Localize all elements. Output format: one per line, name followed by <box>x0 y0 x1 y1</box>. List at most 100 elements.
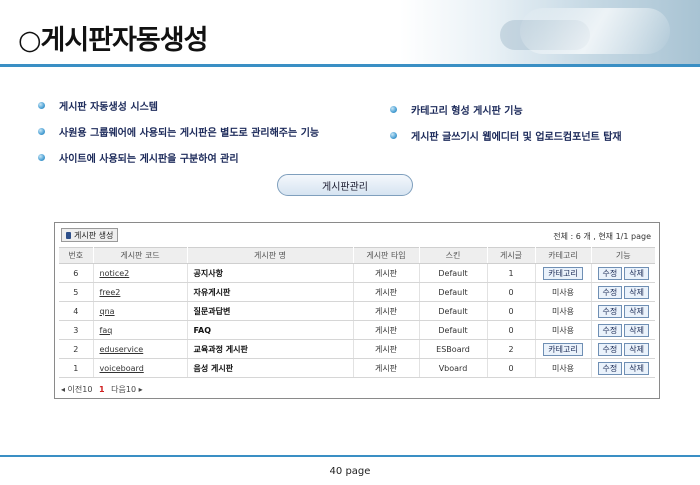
category-button[interactable]: 카테고리 <box>543 266 583 280</box>
board-manage-button[interactable]: 게시판관리 <box>277 174 413 196</box>
title-divider <box>0 64 700 67</box>
bullet-text: 게시판 자동생성 시스템 <box>59 101 158 113</box>
board-code-link[interactable]: faq <box>100 326 113 335</box>
cell-skin: Default <box>419 320 488 340</box>
board-code-link[interactable]: free2 <box>100 288 121 297</box>
delete-button[interactable]: 삭제 <box>624 266 649 280</box>
cell-code: notice2 <box>93 263 188 283</box>
cell-category: 카테고리 <box>535 263 592 283</box>
cell-code: eduservice <box>93 339 188 359</box>
board-code-link[interactable]: eduservice <box>100 345 144 354</box>
bullet-item: 카테고리 형성 게시판 기능 <box>390 96 690 122</box>
cell-post-count: 0 <box>487 320 536 340</box>
edit-button[interactable]: 수정 <box>597 323 623 337</box>
cell-post-count: 0 <box>487 282 536 302</box>
category-button[interactable]: 카테고리 <box>543 342 583 356</box>
cell-board-type: 게시판 <box>353 320 420 340</box>
cell-board-name: 음성 게시판 <box>187 358 354 378</box>
cell-number: 6 <box>59 263 94 283</box>
column-header: 카테고리 <box>535 247 592 264</box>
column-header: 게시판 코드 <box>93 247 188 264</box>
cell-board-type: 게시판 <box>353 301 420 321</box>
table-body: 6 notice2 공지사항 게시판 Default 1 카테고리 수정 삭제 5 free2 자유게… <box>59 263 655 378</box>
cell-skin: Default <box>419 263 488 283</box>
bullet-dot-icon <box>38 127 45 135</box>
delete-button[interactable]: 삭제 <box>624 323 649 337</box>
cell-board-name: 교육과정 게시판 <box>187 339 354 359</box>
column-header: 게시판 명 <box>187 247 354 264</box>
cell-actions: 수정 삭제 <box>591 263 655 283</box>
cell-code: free2 <box>93 282 188 302</box>
table-row: 6 notice2 공지사항 게시판 Default 1 카테고리 수정 삭제 <box>59 263 655 283</box>
cell-board-type: 게시판 <box>353 282 420 302</box>
edit-button[interactable]: 수정 <box>597 361 623 375</box>
edit-button[interactable]: 수정 <box>597 304 623 318</box>
cell-category: 미사용 <box>535 282 592 302</box>
bullet-dot-icon <box>38 153 45 161</box>
column-header: 번호 <box>59 247 94 264</box>
cell-board-name: 질문과답변 <box>187 301 354 321</box>
prev-page-link[interactable]: ◂ 이전10 <box>61 385 92 394</box>
table-row: 5 free2 자유게시판 게시판 Default 0 미사용 수정 삭제 <box>59 282 655 302</box>
list-summary: 전체 : 6 개 , 현재 1/1 page <box>553 232 651 241</box>
delete-button[interactable]: 삭제 <box>624 285 649 299</box>
bullet-item: 게시판 글쓰기시 웹에디터 및 업로드컴포넌트 탑재 <box>390 122 690 148</box>
footer-divider <box>0 455 700 457</box>
table-row: 2 eduservice 교육과정 게시판 게시판 ESBoard 2 카테고리 수정 삭제 <box>59 339 655 359</box>
cell-skin: Default <box>419 282 488 302</box>
cell-category: 미사용 <box>535 320 592 340</box>
panel-toolbar: 게시판 생성 전체 : 6 개 , 현재 1/1 page <box>59 227 655 243</box>
bullet-list-right: 카테고리 형성 게시판 기능 게시판 글쓰기시 웹에디터 및 업로드컴포넌트 탑… <box>390 96 690 148</box>
delete-button[interactable]: 삭제 <box>624 342 649 356</box>
header-photo <box>400 0 700 64</box>
board-code-link[interactable]: notice2 <box>100 269 130 278</box>
delete-button[interactable]: 삭제 <box>624 361 649 375</box>
create-board-button[interactable]: 게시판 생성 <box>61 228 119 242</box>
column-header: 게시글 <box>487 247 536 264</box>
cell-number: 1 <box>59 358 94 378</box>
current-page-number[interactable]: 1 <box>99 385 105 394</box>
delete-button[interactable]: 삭제 <box>624 304 649 318</box>
board-code-link[interactable]: voiceboard <box>100 364 144 373</box>
bullet-dot-icon <box>390 105 397 113</box>
next-page-link[interactable]: 다음10 ▸ <box>111 385 142 394</box>
cell-number: 2 <box>59 339 94 359</box>
edit-button[interactable]: 수정 <box>597 266 623 280</box>
bullet-list-left: 게시판 자동생성 시스템 사원용 그룹웨어에 사용되는 게시판은 별도로 관리해… <box>38 92 378 170</box>
board-code-link[interactable]: qna <box>100 307 115 316</box>
board-icon <box>66 231 71 239</box>
cell-board-type: 게시판 <box>353 358 420 378</box>
bullet-text: 게시판 글쓰기시 웹에디터 및 업로드컴포넌트 탑재 <box>411 131 622 143</box>
bullet-dot-icon <box>38 101 45 109</box>
category-status: 미사용 <box>551 363 575 373</box>
column-header: 게시판 타입 <box>353 247 420 264</box>
edit-button[interactable]: 수정 <box>597 342 623 356</box>
cell-number: 3 <box>59 320 94 340</box>
page-title: ○게시판자동생성 <box>18 25 208 56</box>
cell-code: voiceboard <box>93 358 188 378</box>
cell-post-count: 1 <box>487 263 536 283</box>
cell-board-type: 게시판 <box>353 339 420 359</box>
category-status: 미사용 <box>551 287 575 297</box>
cell-board-name: FAQ <box>187 320 354 340</box>
page-number: 40 page <box>329 466 371 477</box>
cell-post-count: 0 <box>487 358 536 378</box>
cell-board-name: 자유게시판 <box>187 282 354 302</box>
create-board-label: 게시판 생성 <box>74 230 114 240</box>
column-header: 스킨 <box>419 247 488 264</box>
pagination: ◂ 이전10 1 다음10 ▸ <box>61 384 143 395</box>
table-row: 4 qna 질문과답변 게시판 Default 0 미사용 수정 삭제 <box>59 301 655 321</box>
cell-skin: ESBoard <box>419 339 488 359</box>
cell-board-type: 게시판 <box>353 263 420 283</box>
cell-category: 카테고리 <box>535 339 592 359</box>
bullet-item: 게시판 자동생성 시스템 <box>38 92 378 118</box>
board-list-panel: 게시판 생성 전체 : 6 개 , 현재 1/1 page 번호 게시판 코드 … <box>54 222 660 399</box>
cell-skin: Vboard <box>419 358 488 378</box>
cell-actions: 수정 삭제 <box>591 282 655 302</box>
column-header: 기능 <box>591 247 655 264</box>
table-header-row: 번호 게시판 코드 게시판 명 게시판 타입 스킨 게시글 카테고리 기능 <box>59 247 655 264</box>
edit-button[interactable]: 수정 <box>597 285 623 299</box>
category-status: 미사용 <box>551 306 575 316</box>
header-photo-highlight <box>520 8 670 54</box>
cell-post-count: 0 <box>487 301 536 321</box>
